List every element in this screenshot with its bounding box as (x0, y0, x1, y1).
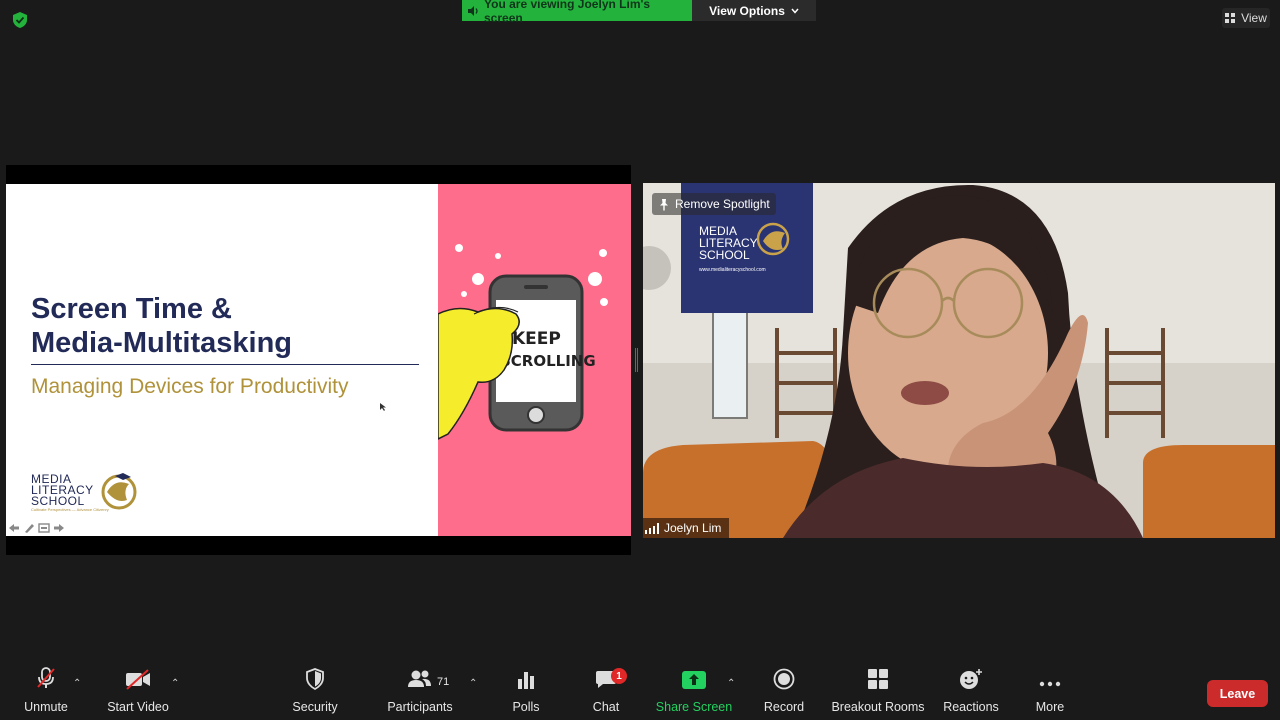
security-button[interactable]: Security (289, 660, 341, 720)
start-video-label: Start Video (107, 700, 169, 714)
share-options-caret[interactable]: ⌃ (727, 678, 735, 689)
pin-icon (660, 198, 668, 210)
breakout-rooms-grid-icon (868, 669, 888, 689)
presentation-slide: Screen Time & Media-Multitasking Managin… (6, 184, 631, 536)
more-label: More (1035, 700, 1065, 714)
phone-text-1: KEEP (512, 329, 561, 349)
participant-name-tag: Joelyn Lim (643, 518, 730, 538)
logo-tagline: Cultivate Perspectives — Advance Citizen… (31, 507, 109, 512)
chevron-down-icon (791, 8, 799, 14)
slide-logo: MEDIA LITERACY SCHOOL Cultivate Perspect… (31, 470, 146, 518)
polls-bar-chart-icon (518, 672, 534, 689)
speaker-icon (468, 5, 478, 16)
slide-illustration-panel: KEEP SCROLLING (437, 184, 631, 536)
unmute-label: Unmute (24, 700, 68, 714)
encryption-shield-icon[interactable] (11, 11, 29, 29)
breakout-rooms-button[interactable]: Breakout Rooms (830, 660, 926, 720)
mouse-cursor-icon (380, 403, 386, 411)
phone-text-2: SCROLLING (500, 352, 596, 370)
security-shield-icon (306, 668, 324, 690)
participants-options-caret[interactable]: ⌃ (469, 678, 477, 689)
start-video-button[interactable]: Start Video (104, 660, 172, 720)
participants-button[interactable]: Participants (384, 660, 456, 720)
view-options-label: View Options (709, 3, 785, 18)
slide-divider (31, 364, 419, 365)
meeting-controls-toolbar: Unmute ⌃ Start Video ⌃ Security Particip… (0, 660, 1280, 720)
pen-icon[interactable] (23, 523, 35, 533)
record-button[interactable]: Record (760, 660, 808, 720)
participants-count: 71 (437, 676, 450, 688)
banner-url-text: www.medialiteracyschool.com (699, 267, 766, 273)
view-options-button[interactable]: View Options (692, 0, 816, 21)
video-off-icon (126, 669, 150, 690)
leave-label: Leave (1219, 686, 1256, 701)
viewing-screen-banner: You are viewing Joelyn Lim's screen (462, 0, 692, 25)
slide-navigation[interactable] (8, 523, 68, 535)
banner-logo-line-3: SCHOOL (699, 248, 750, 262)
leave-meeting-button[interactable]: Leave (1207, 680, 1268, 707)
shared-screen[interactable]: Screen Time & Media-Multitasking Managin… (6, 165, 631, 555)
slide-subtitle: Managing Devices for Productivity (31, 375, 349, 398)
muted-microphone-icon (37, 667, 55, 688)
zoom-meeting-window: You are viewing Joelyn Lim's screen View… (0, 0, 1280, 720)
polls-label: Polls (512, 700, 540, 714)
phone-illustration: KEEP SCROLLING (437, 244, 608, 441)
connection-signal-icon (645, 522, 659, 534)
logo-emblem-icon (101, 473, 137, 510)
view-layout-button[interactable]: View (1222, 8, 1270, 28)
record-icon (773, 668, 795, 690)
participants-label: Participants (387, 700, 453, 714)
reactions-button[interactable]: Reactions (942, 660, 1000, 720)
unmute-button[interactable]: Unmute (16, 660, 76, 720)
arrow-left-icon[interactable] (8, 523, 20, 533)
audio-options-caret[interactable]: ⌃ (73, 678, 81, 689)
participants-icon (408, 670, 431, 687)
record-label: Record (763, 700, 805, 714)
logo-text: MEDIA LITERACY SCHOOL (31, 472, 94, 508)
share-screen-button[interactable]: Share Screen (654, 660, 734, 720)
split-view-handle[interactable] (635, 348, 638, 372)
security-label: Security (292, 700, 338, 714)
chat-unread-badge: 1 (611, 668, 627, 684)
breakout-rooms-label: Breakout Rooms (831, 700, 925, 714)
arrow-right-icon[interactable] (53, 523, 65, 533)
viewing-banner-text: You are viewing Joelyn Lim's screen (484, 0, 651, 25)
chat-label: Chat (592, 700, 620, 714)
remove-spotlight-label: Remove Spotlight (675, 197, 770, 211)
more-button[interactable]: More (1028, 660, 1072, 720)
slides-menu-icon[interactable] (38, 523, 50, 533)
view-label: View (1241, 11, 1267, 25)
share-screen-icon (682, 671, 706, 689)
polls-button[interactable]: Polls (504, 660, 548, 720)
reactions-label: Reactions (943, 700, 999, 714)
participant-video[interactable]: MEDIA LITERACY SCHOOL www.medialiteracys… (643, 183, 1275, 538)
slide-title: Screen Time & Media-Multitasking (31, 293, 293, 359)
share-screen-label: Share Screen (655, 700, 733, 714)
remove-spotlight-button[interactable]: Remove Spotlight (652, 193, 776, 215)
video-options-caret[interactable]: ⌃ (171, 678, 179, 689)
participant-name: Joelyn Lim (664, 521, 722, 535)
more-dots-icon (1039, 681, 1061, 687)
reactions-smiley-icon (960, 669, 982, 689)
video-frame: MEDIA LITERACY SCHOOL www.medialiteracys… (643, 183, 1275, 538)
grid-view-icon (1225, 12, 1236, 23)
